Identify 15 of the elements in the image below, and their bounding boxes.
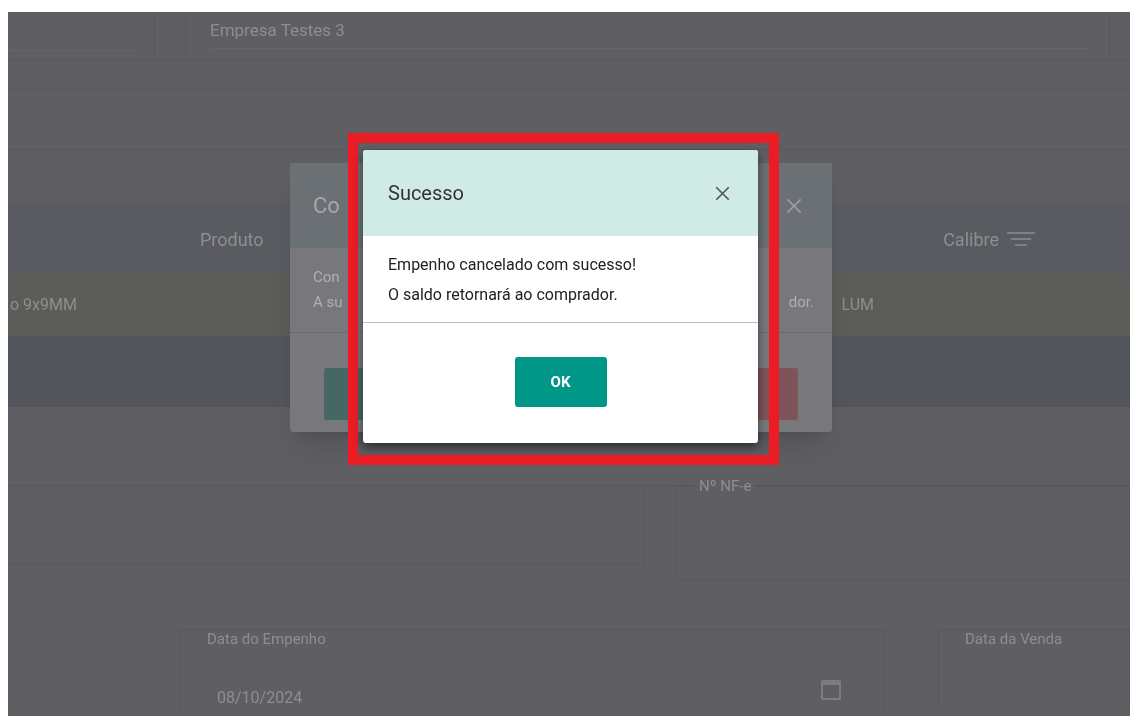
dialog-text: Con bbox=[313, 267, 341, 288]
input-field[interactable] bbox=[8, 12, 155, 60]
dialog-message: O saldo retornará ao comprador. bbox=[388, 284, 619, 306]
dialog-message: Empenho cancelado com sucesso! bbox=[388, 254, 638, 276]
ok-button[interactable]: OK bbox=[514, 357, 607, 407]
dialog-text: dor. bbox=[788, 292, 814, 314]
dialog-title: Sucesso bbox=[388, 180, 465, 207]
input-field[interactable] bbox=[8, 486, 645, 564]
calendar-icon[interactable] bbox=[821, 680, 841, 700]
dialog-text: A su bbox=[313, 292, 343, 313]
filter-icon[interactable] bbox=[1007, 231, 1035, 247]
dialog-title: Co bbox=[313, 192, 340, 220]
close-icon[interactable] bbox=[715, 185, 730, 201]
table-cell-text: o 9x9MM bbox=[10, 294, 77, 316]
table-cell-text: LUM bbox=[841, 294, 874, 316]
